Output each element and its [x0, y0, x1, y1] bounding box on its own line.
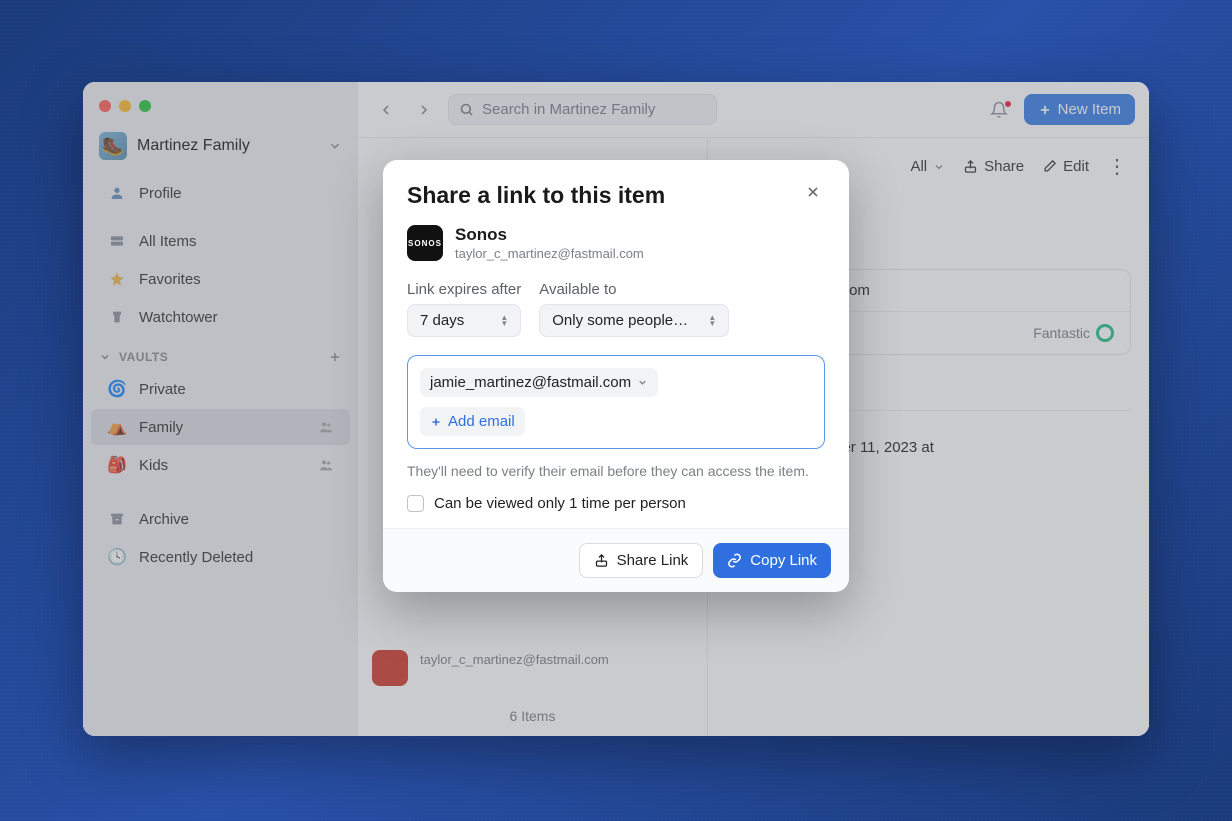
vaults-header-label: VAULTS — [119, 350, 168, 364]
copy-link-label: Copy Link — [750, 552, 817, 569]
category-filter[interactable]: All — [910, 158, 945, 175]
add-email-button[interactable]: Add email — [420, 407, 525, 436]
recipient-email: jamie_martinez@fastmail.com — [430, 374, 631, 391]
sidebar-item-profile[interactable]: Profile — [91, 175, 350, 211]
view-once-label: Can be viewed only 1 time per person — [434, 495, 686, 512]
share-link-button[interactable]: Share Link — [579, 543, 704, 578]
stepper-icon: ▲▼ — [500, 315, 508, 326]
available-to-select[interactable]: Only some people… ▲▼ — [539, 304, 729, 337]
password-strength-label: Fantastic — [1033, 325, 1090, 341]
expiry-select[interactable]: 7 days ▲▼ — [407, 304, 521, 337]
dialog-footer: Share Link Copy Link — [383, 528, 849, 592]
new-item-button[interactable]: New Item — [1024, 94, 1135, 125]
list-item-subtitle: taylor_c_martinez@fastmail.com — [420, 652, 609, 667]
sidebar-vault-private[interactable]: 🌀 Private — [91, 371, 350, 407]
shared-icon — [318, 457, 334, 473]
sidebar-item-all-items[interactable]: All Items — [91, 223, 350, 259]
chevron-down-icon[interactable] — [99, 351, 111, 363]
list-item[interactable]: taylor_c_martinez@fastmail.com — [358, 640, 707, 696]
chevron-down-icon — [637, 377, 648, 388]
archive-icon — [107, 509, 127, 529]
more-button[interactable]: ⋮ — [1107, 154, 1127, 179]
account-name: Martinez Family — [137, 137, 250, 155]
dialog-item-subtitle: taylor_c_martinez@fastmail.com — [455, 246, 644, 261]
available-to-label: Available to — [539, 281, 729, 298]
vault-icon: ⛺ — [107, 417, 127, 437]
sidebar-item-label: Kids — [139, 457, 168, 474]
account-switcher[interactable]: 🥾 Martinez Family — [83, 122, 358, 174]
edit-button[interactable]: Edit — [1042, 158, 1089, 175]
sidebar-item-recently-deleted[interactable]: 🕓 Recently Deleted — [91, 539, 350, 575]
stepper-icon: ▲▼ — [708, 315, 716, 326]
person-icon — [107, 183, 127, 203]
add-vault-button[interactable] — [328, 350, 342, 364]
sidebar-item-label: Favorites — [139, 271, 201, 288]
dialog-title: Share a link to this item — [407, 182, 665, 209]
drawer-icon — [107, 231, 127, 251]
back-button[interactable] — [372, 98, 400, 122]
close-button[interactable] — [801, 182, 825, 202]
sidebar-item-label: All Items — [139, 233, 197, 250]
list-footer-count: 6 Items — [358, 696, 707, 736]
sidebar-item-label: Family — [139, 419, 183, 436]
new-item-label: New Item — [1058, 101, 1121, 118]
sidebar-item-label: Profile — [139, 185, 182, 202]
search-icon — [459, 102, 474, 117]
vault-icon: 🎒 — [107, 455, 127, 475]
expiry-value: 7 days — [420, 312, 464, 329]
copy-link-button[interactable]: Copy Link — [713, 543, 831, 578]
minimize-window-button[interactable] — [119, 100, 131, 112]
share-link-dialog: Share a link to this item SONOS Sonos ta… — [383, 160, 849, 592]
plus-icon — [1038, 103, 1052, 117]
vaults-section-header: VAULTS — [83, 336, 358, 370]
vault-icon: 🌀 — [107, 379, 127, 399]
sidebar-item-watchtower[interactable]: Watchtower — [91, 299, 350, 335]
share-icon — [963, 159, 978, 174]
shared-icon — [318, 419, 334, 435]
recipients-box[interactable]: jamie_martinez@fastmail.com Add email — [407, 355, 825, 449]
chevron-down-icon — [933, 161, 945, 173]
sidebar-item-label: Watchtower — [139, 309, 218, 326]
fullscreen-window-button[interactable] — [139, 100, 151, 112]
share-link-label: Share Link — [617, 552, 689, 569]
trash-icon: 🕓 — [107, 547, 127, 567]
sidebar-vault-family[interactable]: ⛺ Family — [91, 409, 350, 445]
sidebar: 🥾 Martinez Family Profile All Items Favo… — [83, 82, 358, 736]
close-window-button[interactable] — [99, 100, 111, 112]
star-icon — [107, 269, 127, 289]
search-placeholder: Search in Martinez Family — [482, 101, 655, 118]
sidebar-item-archive[interactable]: Archive — [91, 501, 350, 537]
pencil-icon — [1042, 159, 1057, 174]
share-icon — [594, 553, 609, 568]
toolbar: Search in Martinez Family New Item — [358, 82, 1149, 138]
item-icon — [372, 650, 408, 686]
search-input[interactable]: Search in Martinez Family — [448, 94, 717, 125]
window-controls — [83, 88, 358, 122]
share-button[interactable]: Share — [963, 158, 1024, 175]
sidebar-item-favorites[interactable]: Favorites — [91, 261, 350, 297]
item-icon: SONOS — [407, 225, 443, 261]
strength-ring-icon — [1096, 324, 1114, 342]
recipient-chip[interactable]: jamie_martinez@fastmail.com — [420, 368, 658, 397]
notifications-button[interactable] — [984, 101, 1014, 119]
sidebar-item-label: Recently Deleted — [139, 549, 253, 566]
view-once-checkbox[interactable] — [407, 495, 424, 512]
chevron-down-icon — [328, 139, 342, 153]
expiry-label: Link expires after — [407, 281, 521, 298]
link-icon — [727, 553, 742, 568]
sidebar-item-label: Private — [139, 381, 186, 398]
dialog-item-name: Sonos — [455, 225, 644, 245]
forward-button[interactable] — [410, 98, 438, 122]
plus-icon — [430, 416, 442, 428]
available-to-value: Only some people… — [552, 312, 688, 329]
sidebar-vault-kids[interactable]: 🎒 Kids — [91, 447, 350, 483]
watchtower-icon — [107, 307, 127, 327]
verification-note: They'll need to verify their email befor… — [407, 461, 825, 481]
account-icon: 🥾 — [99, 132, 127, 160]
sidebar-item-label: Archive — [139, 511, 189, 528]
add-email-label: Add email — [448, 413, 515, 430]
